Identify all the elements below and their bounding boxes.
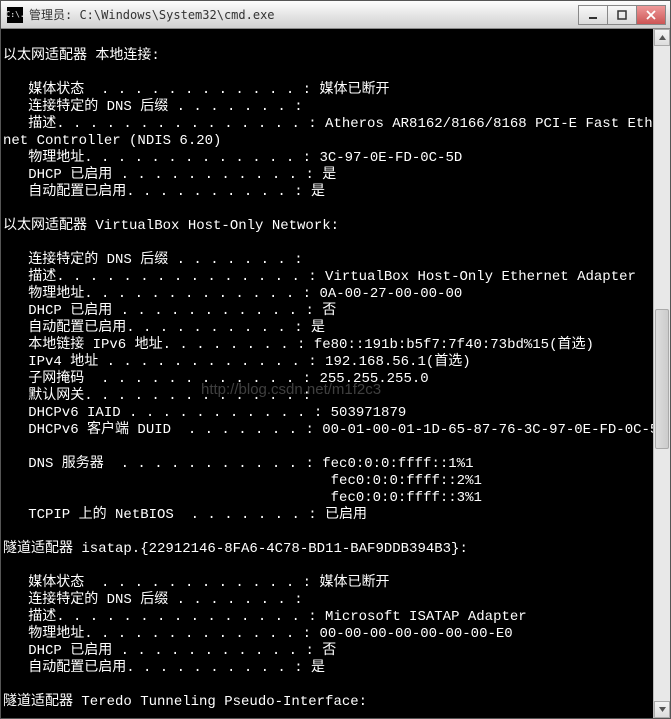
console-line: IPv4 地址 . . . . . . . . . . . . : 192.16… [3, 354, 670, 371]
minimize-button[interactable] [578, 5, 608, 25]
console-line: net Controller (NDIS 6.20) [3, 133, 670, 150]
console-line [3, 201, 670, 218]
console-line [3, 524, 670, 541]
console-line: DHCP 已启用 . . . . . . . . . . . : 否 [3, 303, 670, 320]
console-line: TCPIP 上的 NetBIOS . . . . . . . : 已启用 [3, 507, 670, 524]
console-line [3, 235, 670, 252]
console-line: 隧道适配器 Teredo Tunneling Pseudo-Interface: [3, 694, 670, 711]
console-line [3, 31, 670, 48]
console-line: 自动配置已启用. . . . . . . . . . : 是 [3, 320, 670, 337]
console-line [3, 711, 670, 718]
console-line: 以太网适配器 本地连接: [3, 48, 670, 65]
console-line: DNS 服务器 . . . . . . . . . . . : fec0:0:0… [3, 456, 670, 473]
console-line [3, 439, 670, 456]
console-output[interactable]: 以太网适配器 本地连接: 媒体状态 . . . . . . . . . . . … [1, 29, 670, 718]
scroll-up-arrow[interactable] [654, 29, 670, 46]
console-line: 默认网关. . . . . . . . . . . . . : [3, 388, 670, 405]
console-line: 自动配置已启用. . . . . . . . . . : 是 [3, 184, 670, 201]
console-line: 连接特定的 DNS 后缀 . . . . . . . : [3, 592, 670, 609]
console-line: 子网掩码 . . . . . . . . . . . . : 255.255.2… [3, 371, 670, 388]
console-line: fec0:0:0:ffff::3%1 [3, 490, 670, 507]
console-line [3, 677, 670, 694]
console-line: 描述. . . . . . . . . . . . . . . : Micros… [3, 609, 670, 626]
console-line: 媒体状态 . . . . . . . . . . . . : 媒体已断开 [3, 82, 670, 99]
console-line: 描述. . . . . . . . . . . . . . . : Virtua… [3, 269, 670, 286]
console-line: 以太网适配器 VirtualBox Host-Only Network: [3, 218, 670, 235]
window-controls [579, 5, 666, 25]
console-line: 连接特定的 DNS 后缀 . . . . . . . : [3, 99, 670, 116]
console-line: DHCP 已启用 . . . . . . . . . . . : 否 [3, 643, 670, 660]
cmd-icon: C:\. [7, 7, 23, 23]
console-line: 描述. . . . . . . . . . . . . . . : Athero… [3, 116, 670, 133]
console-line [3, 65, 670, 82]
console-line: DHCPv6 IAID . . . . . . . . . . . : 5039… [3, 405, 670, 422]
console-line: 媒体状态 . . . . . . . . . . . . : 媒体已断开 [3, 575, 670, 592]
scroll-thumb[interactable] [655, 309, 669, 449]
console-line: 物理地址. . . . . . . . . . . . . : 0A-00-27… [3, 286, 670, 303]
console-line: 本地链接 IPv6 地址. . . . . . . . : fe80::191b… [3, 337, 670, 354]
console-line: 物理地址. . . . . . . . . . . . . : 00-00-00… [3, 626, 670, 643]
maximize-button[interactable] [607, 5, 637, 25]
close-button[interactable] [636, 5, 666, 25]
vertical-scrollbar[interactable] [653, 29, 670, 718]
console-line [3, 558, 670, 575]
console-line: fec0:0:0:ffff::2%1 [3, 473, 670, 490]
window-titlebar: C:\. 管理员: C:\Windows\System32\cmd.exe [1, 1, 670, 29]
window-title: 管理员: C:\Windows\System32\cmd.exe [29, 6, 579, 23]
console-line: 连接特定的 DNS 后缀 . . . . . . . : [3, 252, 670, 269]
console-line: 物理地址. . . . . . . . . . . . . : 3C-97-0E… [3, 150, 670, 167]
console-line: DHCPv6 客户端 DUID . . . . . . . : 00-01-00… [3, 422, 670, 439]
console-line: DHCP 已启用 . . . . . . . . . . . : 是 [3, 167, 670, 184]
console-line: 自动配置已启用. . . . . . . . . . : 是 [3, 660, 670, 677]
scroll-down-arrow[interactable] [654, 701, 670, 718]
console-line: 隧道适配器 isatap.{22912146-8FA6-4C78-BD11-BA… [3, 541, 670, 558]
